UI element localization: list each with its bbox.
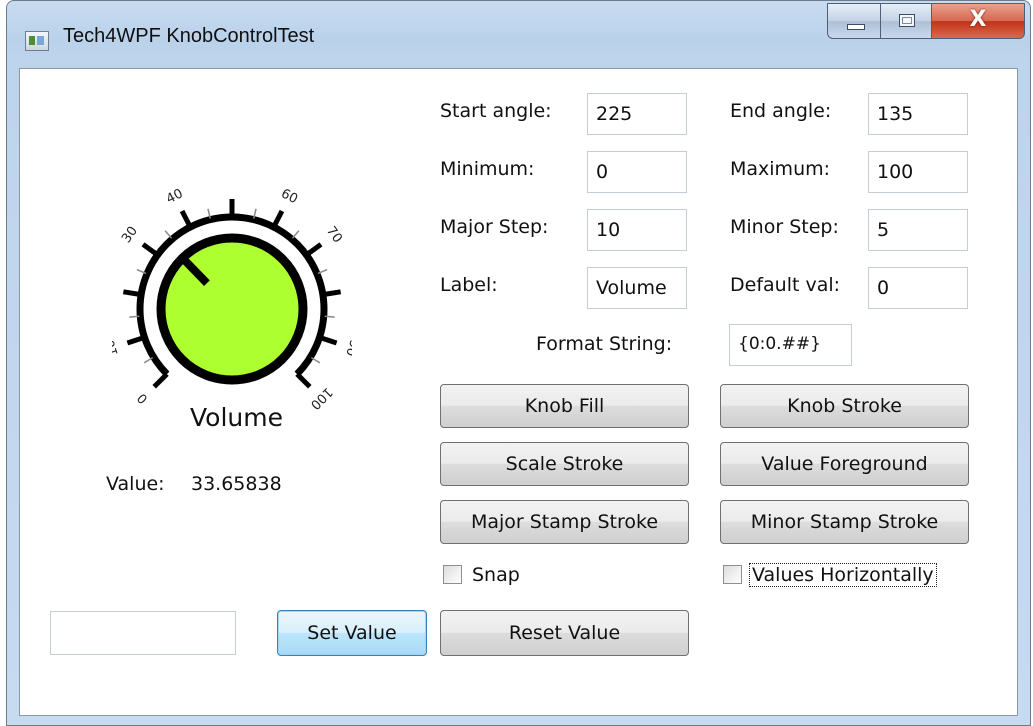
label-label: Label: [440, 274, 498, 296]
value-foreground-button[interactable]: Value Foreground [720, 442, 969, 486]
start-angle-field[interactable]: 225 [587, 93, 687, 135]
major-tick [122, 289, 142, 298]
default-val-label: Default val: [730, 274, 841, 296]
knob-stroke-button[interactable]: Knob Stroke [720, 384, 969, 428]
value-caption: Value: [106, 473, 165, 495]
scale-stroke-button[interactable]: Scale Stroke [440, 442, 689, 486]
knob-label: Volume [190, 403, 283, 432]
scale-label: 0 [135, 390, 151, 406]
major-tick [179, 209, 193, 229]
reset-value-button[interactable]: Reset Value [440, 610, 689, 656]
snap-checkbox[interactable] [443, 565, 462, 584]
window-title: Tech4WPF KnobControlTest [63, 25, 315, 47]
values-horizontally-label[interactable]: Values Horizontally [749, 563, 937, 587]
app-icon [25, 31, 49, 51]
minor-tick [291, 230, 300, 239]
client-area: 0102030405060708090100 Volume Value: 33.… [19, 68, 1018, 716]
scale-label: 80 [348, 280, 352, 299]
value-readout: 33.65838 [191, 473, 282, 495]
volume-knob[interactable]: 0 10 20 30 40 50 60 70 80 90 100 [112, 189, 352, 429]
major-tick [152, 372, 169, 389]
major-tick [271, 209, 285, 229]
major-tick [141, 242, 160, 257]
major-tick [304, 242, 323, 257]
close-icon: X [969, 7, 987, 32]
minimum-field[interactable]: 0 [587, 151, 687, 193]
scale-label: 30 [119, 224, 141, 246]
default-val-field[interactable]: 0 [868, 267, 968, 309]
close-button[interactable]: X [931, 3, 1025, 39]
window-frame: Tech4WPF KnobControlTest X 0102030405060… [6, 0, 1031, 726]
start-angle-label: Start angle: [440, 100, 552, 122]
minimize-button[interactable] [827, 3, 881, 39]
scale-label: 100 [307, 384, 335, 412]
set-value-button[interactable]: Set Value [277, 610, 427, 656]
minor-tick [129, 315, 140, 318]
scale-label: 10 [112, 338, 122, 358]
maximize-button[interactable] [880, 3, 932, 39]
minor-step-label: Minor Step: [730, 216, 839, 238]
minor-tick [164, 230, 173, 239]
minor-step-field[interactable]: 5 [868, 209, 968, 251]
major-stamp-stroke-button[interactable]: Major Stamp Stroke [440, 500, 689, 544]
minor-tick [324, 315, 335, 318]
scale-label: 60 [278, 189, 300, 207]
end-angle-label: End angle: [730, 100, 832, 122]
scale-label: 70 [323, 224, 345, 246]
scale-label: 50 [224, 189, 241, 191]
knob-fill-button[interactable]: Knob Fill [440, 384, 689, 428]
end-angle-field[interactable]: 135 [868, 93, 968, 135]
major-step-label: Major Step: [440, 216, 549, 238]
maximum-label: Maximum: [730, 158, 831, 180]
scale-label: 40 [164, 189, 186, 207]
format-string-label: Format String: [536, 333, 673, 355]
format-string-field[interactable]: {0:0.##} [729, 324, 852, 366]
title-bar[interactable]: Tech4WPF KnobControlTest X [7, 1, 1030, 67]
set-value-input[interactable] [50, 611, 236, 655]
minimum-label: Minimum: [440, 158, 535, 180]
maximum-field[interactable]: 100 [868, 151, 968, 193]
minor-stamp-stroke-button[interactable]: Minor Stamp Stroke [720, 500, 969, 544]
window-controls: X [827, 3, 1027, 39]
major-tick [322, 289, 342, 298]
major-tick [295, 372, 312, 389]
maximize-icon [899, 14, 915, 27]
label-field[interactable]: Volume [587, 267, 687, 309]
minimize-icon [847, 24, 865, 30]
major-tick [318, 335, 338, 346]
knob-body [156, 233, 308, 385]
snap-label[interactable]: Snap [472, 564, 520, 586]
major-step-field[interactable]: 10 [587, 209, 687, 251]
major-tick [126, 335, 146, 346]
scale-label: 90 [342, 338, 352, 358]
application-window: Tech4WPF KnobControlTest X 0102030405060… [6, 0, 1033, 726]
scale-label: 20 [112, 280, 116, 299]
values-horizontally-checkbox[interactable] [723, 565, 742, 584]
